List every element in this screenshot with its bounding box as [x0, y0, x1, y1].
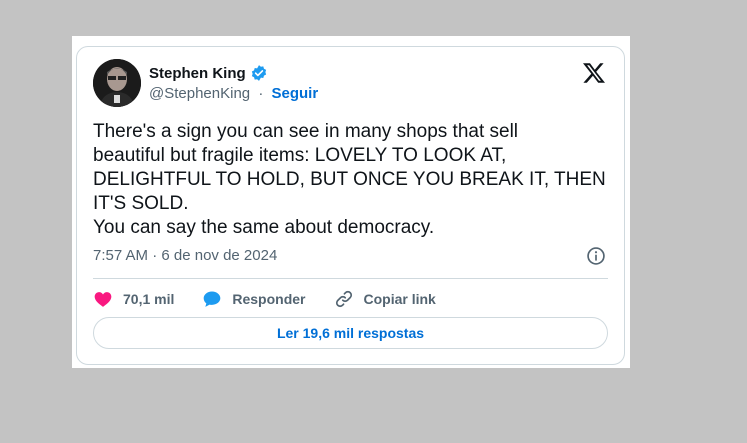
- like-button[interactable]: 70,1 mil: [93, 289, 174, 309]
- tweet-line: IT'S SOLD.: [93, 193, 189, 214]
- like-count: 70,1 mil: [123, 291, 175, 307]
- author-handle-row: @StephenKing · Seguir: [149, 85, 318, 102]
- copy-link-button[interactable]: Copiar link: [334, 289, 436, 309]
- author-name[interactable]: Stephen King: [149, 65, 246, 82]
- tweet-text: There's a sign you can see in many shops…: [93, 120, 608, 240]
- action-bar: 70,1 mil Responder Copiar link: [93, 288, 464, 310]
- avatar[interactable]: [93, 59, 141, 107]
- heart-icon: [94, 292, 112, 307]
- tweet-line: DELIGHTFUL TO HOLD, BUT ONCE YOU BREAK I…: [93, 169, 606, 190]
- follow-button[interactable]: Seguir: [271, 85, 318, 102]
- tweet-line: beautiful but fragile items: LOVELY TO L…: [93, 145, 507, 166]
- author-name-row: Stephen King: [149, 63, 268, 83]
- divider: [93, 278, 608, 279]
- reply-bubble-icon: [204, 291, 221, 307]
- tweet-timestamp[interactable]: 7:57 AM · 6 de nov de 2024: [93, 247, 277, 264]
- avatar-image: [93, 59, 141, 107]
- handle-separator: ·: [258, 85, 264, 102]
- read-replies-button[interactable]: Ler 19,6 mil respostas: [93, 317, 608, 349]
- author-handle[interactable]: @StephenKing: [149, 85, 250, 102]
- tweet-card: Stephen King @StephenKing · Seguir There…: [76, 46, 625, 365]
- tweet-line: You can say the same about democracy.: [93, 217, 435, 238]
- copy-link-label: Copiar link: [363, 291, 436, 307]
- reply-button[interactable]: Responder: [202, 289, 306, 309]
- reply-label: Responder: [232, 291, 306, 307]
- embed-canvas: Stephen King @StephenKing · Seguir There…: [72, 36, 630, 368]
- x-logo-icon[interactable]: [582, 61, 606, 85]
- verified-badge-icon: [251, 65, 266, 81]
- info-icon[interactable]: [586, 246, 606, 266]
- link-icon: [335, 290, 352, 308]
- tweet-line: There's a sign you can see in many shops…: [93, 121, 519, 142]
